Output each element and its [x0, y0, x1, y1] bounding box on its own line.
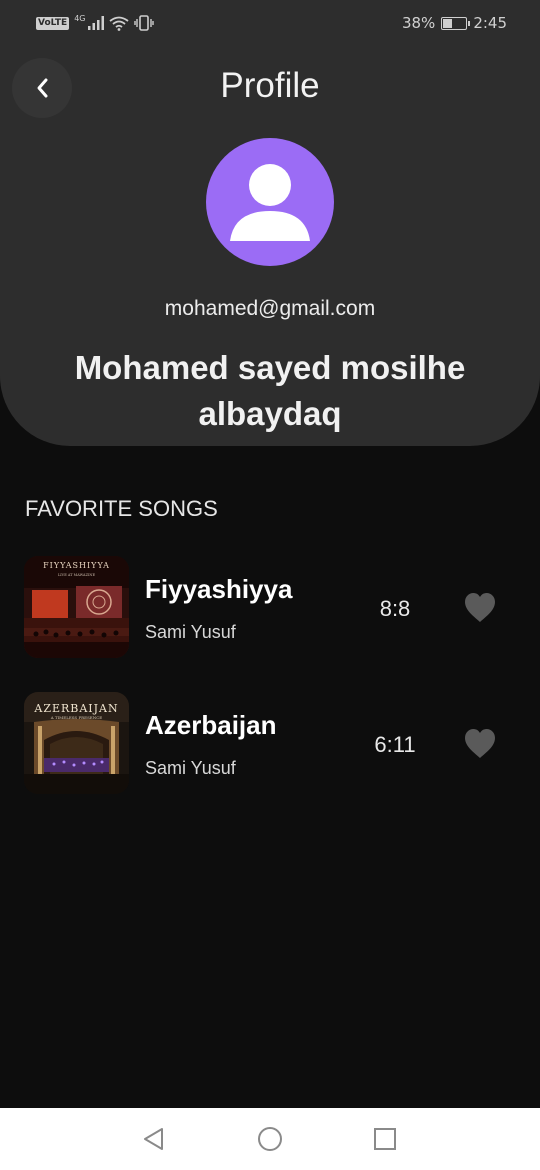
user-icon [230, 164, 310, 241]
song-cover-image: AZERBAIJAN A TIMELESS PRESENCE [24, 692, 129, 794]
nav-recents-button[interactable] [372, 1126, 398, 1152]
favorite-heart-button[interactable] [462, 590, 498, 626]
profile-header-card: VoLTE 4G 38% 2:45 Profile mohamed@gmail.… [0, 0, 540, 446]
song-duration: 6:11 [374, 732, 416, 757]
user-email: mohamed@gmail.com [164, 297, 376, 320]
song-title: Azerbaijan [145, 710, 277, 740]
heart-icon [465, 729, 495, 758]
profile-screen: VoLTE 4G 38% 2:45 Profile mohamed@gmail.… [0, 0, 540, 1170]
song-duration: 8:8 [379, 596, 411, 621]
page-title: Profile [220, 66, 320, 105]
song-artist: Sami Yusuf [145, 622, 236, 642]
vibrate-icon [133, 15, 154, 31]
favorite-heart-button[interactable] [462, 726, 498, 762]
nav-home-button[interactable] [257, 1126, 283, 1152]
signal-icon [87, 16, 104, 30]
wifi-icon [108, 16, 129, 31]
network-type: 4G [74, 13, 86, 23]
battery-icon [441, 16, 471, 30]
clock: 2:45 [473, 14, 507, 32]
cover-subtitle-text: LIVE AT MAWAZINE [58, 573, 95, 577]
square-recents-icon [374, 1128, 396, 1150]
song-row-azerbaijan[interactable]: AZERBAIJAN A TIMELESS PRESENCE Azerbaija… [0, 688, 540, 798]
system-nav-bar [0, 1108, 540, 1170]
heart-icon [465, 593, 495, 622]
triangle-back-icon [144, 1128, 163, 1150]
status-bar: VoLTE 4G 38% 2:45 [0, 0, 540, 46]
volte-badge: VoLTE [36, 16, 70, 30]
status-left: VoLTE 4G [36, 13, 154, 31]
user-name: Mohamed sayed mosilhe albaydaq [74, 349, 466, 432]
favorite-songs-heading: FAVORITE SONGS [25, 496, 218, 521]
cover-title-text: AZERBAIJAN [33, 702, 118, 715]
battery-percent: 38% [401, 14, 436, 32]
status-right: 38% 2:45 [402, 14, 507, 32]
song-title: Fiyyashiyya [145, 574, 293, 604]
nav-back-button[interactable] [141, 1126, 167, 1152]
cover-title-text: FIYYASHIYYA [43, 561, 110, 570]
circle-home-icon [258, 1127, 282, 1151]
avatar[interactable] [206, 138, 334, 266]
song-cover-image: FIYYASHIYYA LIVE AT MAWAZINE [24, 556, 129, 658]
song-row-fiyyashiyya[interactable]: FIYYASHIYYA LIVE AT MAWAZINE Fiyyashiyya… [0, 552, 540, 662]
song-artist: Sami Yusuf [145, 758, 236, 778]
